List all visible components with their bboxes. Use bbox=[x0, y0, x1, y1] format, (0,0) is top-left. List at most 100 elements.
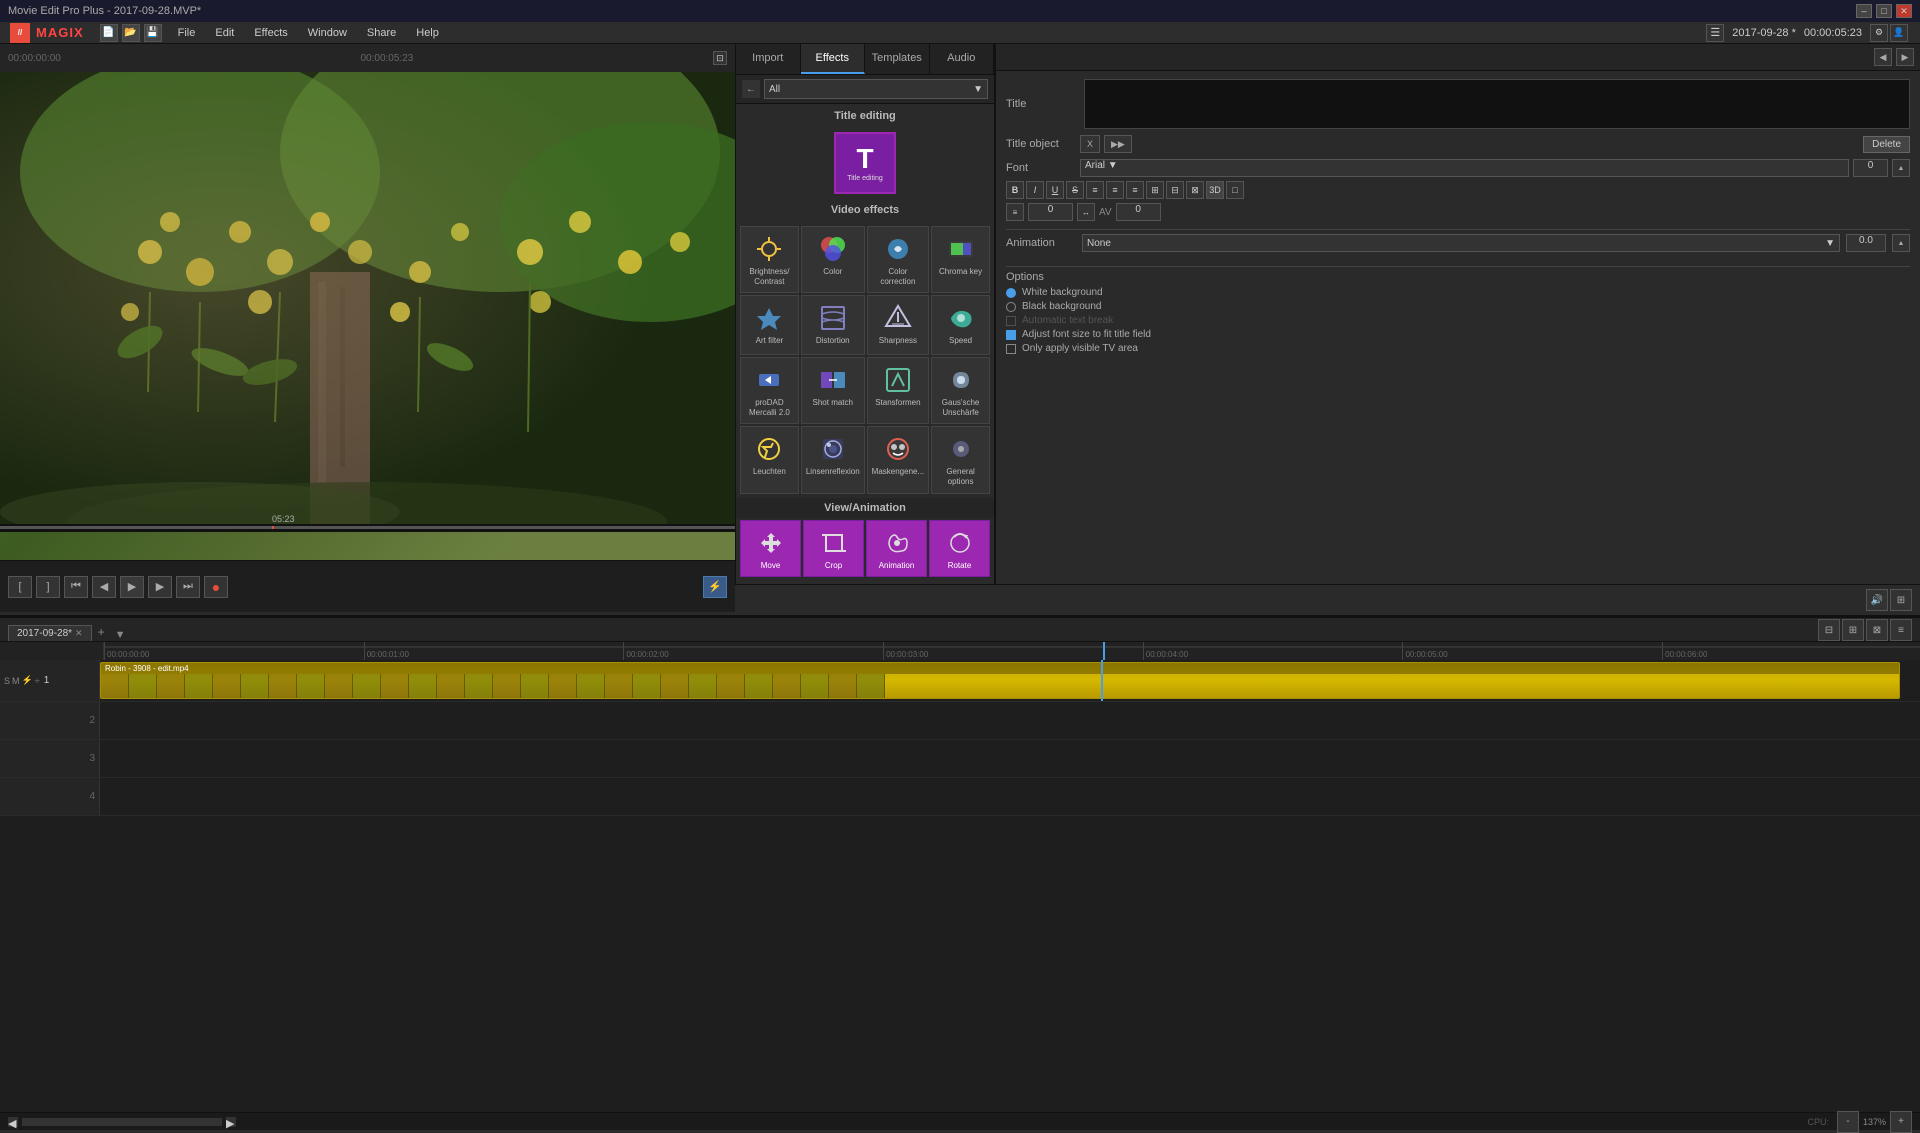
effect-chroma-key[interactable]: Chroma key bbox=[931, 226, 990, 293]
view-move[interactable]: Move bbox=[740, 520, 801, 578]
tl-view-btn2[interactable]: ⊞ bbox=[1842, 619, 1864, 641]
timeline-ruler[interactable]: 00:00:00:00 00:00:01:00 00:00:02:00 00:0… bbox=[104, 642, 1920, 660]
effect-general[interactable]: General options bbox=[931, 426, 990, 493]
checkbox-visible-tv[interactable] bbox=[1006, 344, 1016, 354]
checkbox-auto-break[interactable] bbox=[1006, 316, 1016, 326]
menu-window[interactable]: Window bbox=[298, 24, 357, 42]
minimize-button[interactable]: – bbox=[1856, 4, 1872, 18]
radio-white-bg[interactable] bbox=[1006, 288, 1016, 298]
zoom-in-btn[interactable]: + bbox=[1890, 1111, 1912, 1133]
title-editing-badge[interactable]: T Title editing bbox=[834, 132, 896, 194]
view-rotate[interactable]: Rotate bbox=[929, 520, 990, 578]
effect-color-correction[interactable]: Color correction bbox=[867, 226, 929, 293]
scrubber-bar[interactable] bbox=[0, 526, 735, 529]
account-icon[interactable]: 👤 bbox=[1890, 24, 1908, 42]
menu-effects[interactable]: Effects bbox=[244, 24, 297, 42]
toolbar-open[interactable]: 📂 bbox=[122, 24, 140, 42]
anim-up[interactable]: ▲ bbox=[1892, 234, 1910, 252]
track-content-1[interactable]: Robin - 3908 - edit.mp4 bbox=[100, 660, 1920, 701]
line-spacing-input[interactable]: 0 bbox=[1028, 203, 1073, 221]
effect-brightness[interactable]: Brightness/ Contrast bbox=[740, 226, 799, 293]
close-button[interactable]: ✕ bbox=[1896, 4, 1912, 18]
checkbox-adjust-font[interactable] bbox=[1006, 330, 1016, 340]
effect-gaussian[interactable]: Gaus'sche Unschärfe bbox=[931, 357, 990, 424]
preview-scrubber[interactable] bbox=[0, 524, 735, 532]
effect-lens-reflex[interactable]: Linsenreflexion bbox=[801, 426, 865, 493]
preview-fullscreen[interactable]: ⊡ bbox=[713, 51, 727, 65]
btn-play[interactable]: ▶ bbox=[120, 576, 144, 598]
toolbar-save[interactable]: 💾 bbox=[144, 24, 162, 42]
panel-btn-1[interactable]: ◀ bbox=[1874, 48, 1892, 66]
radio-black-bg[interactable] bbox=[1006, 302, 1016, 312]
font-select[interactable]: Arial ▼ bbox=[1080, 159, 1849, 177]
track-s[interactable]: S bbox=[4, 676, 10, 686]
btn-bracket-end[interactable]: ] bbox=[36, 576, 60, 598]
effect-shot-match[interactable]: Shot match bbox=[801, 357, 865, 424]
fmt-indent-less[interactable]: ⊟ bbox=[1166, 181, 1184, 199]
title-input-field[interactable] bbox=[1084, 79, 1910, 129]
effect-mask[interactable]: Maskengene... bbox=[867, 426, 929, 493]
video-clip-1[interactable]: Robin - 3908 - edit.mp4 bbox=[100, 662, 1900, 699]
btn-record[interactable]: ● bbox=[204, 576, 228, 598]
tl-view-btn1[interactable]: ⊟ bbox=[1818, 619, 1840, 641]
track-divide[interactable]: ÷ bbox=[35, 676, 40, 686]
track-m[interactable]: M bbox=[12, 676, 20, 686]
animation-value-input[interactable]: 0.0 bbox=[1846, 234, 1886, 252]
effect-color[interactable]: Color bbox=[801, 226, 865, 293]
animation-select[interactable]: None ▼ bbox=[1082, 234, 1840, 252]
tab-import[interactable]: Import bbox=[736, 44, 801, 74]
btn-bracket-start[interactable]: [ bbox=[8, 576, 32, 598]
fmt-box[interactable]: □ bbox=[1226, 181, 1244, 199]
fmt-3d[interactable]: 3D bbox=[1206, 181, 1224, 199]
effect-sharpness[interactable]: Sharpness bbox=[867, 295, 929, 355]
effect-speed[interactable]: Speed bbox=[931, 295, 990, 355]
effect-transformers[interactable]: Stansformen bbox=[867, 357, 929, 424]
scroll-left-btn[interactable]: ◀ bbox=[8, 1117, 18, 1127]
effect-distortion[interactable]: Distortion bbox=[801, 295, 865, 355]
track-content-4[interactable] bbox=[100, 778, 1920, 815]
panel-btn-2[interactable]: ▶ bbox=[1896, 48, 1914, 66]
scroll-right-btn[interactable]: ▶ bbox=[226, 1117, 236, 1127]
btn-next-frame[interactable]: ▶ bbox=[148, 576, 172, 598]
effect-art-filter[interactable]: Art filter bbox=[740, 295, 799, 355]
view-animation[interactable]: Animation bbox=[866, 520, 927, 578]
menu-help[interactable]: Help bbox=[406, 24, 449, 42]
add-tab-btn[interactable]: + bbox=[92, 623, 111, 641]
fmt-indent-more[interactable]: ⊠ bbox=[1186, 181, 1204, 199]
fmt-italic[interactable]: I bbox=[1026, 181, 1044, 199]
btn-special[interactable]: ⚡ bbox=[703, 576, 727, 598]
delete-button[interactable]: Delete bbox=[1863, 136, 1910, 153]
tab-dropdown[interactable]: ▼ bbox=[115, 629, 126, 641]
settings-icon[interactable]: ⚙ bbox=[1870, 24, 1888, 42]
fmt-align-center[interactable]: ≡ bbox=[1106, 181, 1124, 199]
zoom-out-btn[interactable]: - bbox=[1837, 1111, 1859, 1133]
tab-audio[interactable]: Audio bbox=[930, 44, 995, 74]
obj-btn-x[interactable]: X bbox=[1080, 135, 1100, 153]
toolbar-new[interactable]: 📄 bbox=[100, 24, 118, 42]
hamburger-menu[interactable]: ☰ bbox=[1706, 24, 1724, 42]
fmt-align-left[interactable]: ≡ bbox=[1086, 181, 1104, 199]
timeline-view-btn[interactable]: ⊞ bbox=[1890, 589, 1912, 611]
fmt-align-justify[interactable]: ⊞ bbox=[1146, 181, 1164, 199]
fmt-bold[interactable]: B bbox=[1006, 181, 1024, 199]
tab-close[interactable]: ✕ bbox=[75, 628, 83, 639]
tab-effects[interactable]: Effects bbox=[801, 44, 866, 74]
font-size-input[interactable]: 0 bbox=[1853, 159, 1888, 177]
menu-share[interactable]: Share bbox=[357, 24, 406, 42]
fmt-strikethrough[interactable]: S bbox=[1066, 181, 1084, 199]
nav-dropdown[interactable]: All ▼ bbox=[764, 79, 988, 99]
menu-edit[interactable]: Edit bbox=[205, 24, 244, 42]
btn-next-mark[interactable]: ⏭ bbox=[176, 576, 200, 598]
char-spacing-input[interactable]: 0 bbox=[1116, 203, 1161, 221]
obj-btn-next[interactable]: ▶▶ bbox=[1104, 135, 1132, 153]
track-lightning[interactable]: ⚡ bbox=[22, 675, 33, 686]
fmt-underline[interactable]: U bbox=[1046, 181, 1064, 199]
effect-lighting[interactable]: Leuchten bbox=[740, 426, 799, 493]
tl-view-btn3[interactable]: ⊠ bbox=[1866, 619, 1888, 641]
h-scrollbar[interactable] bbox=[22, 1118, 222, 1126]
maximize-button[interactable]: □ bbox=[1876, 4, 1892, 18]
menu-file[interactable]: File bbox=[168, 24, 206, 42]
tl-view-btn4[interactable]: ≡ bbox=[1890, 619, 1912, 641]
fmt-align-right[interactable]: ≡ bbox=[1126, 181, 1144, 199]
btn-prev-mark[interactable]: ⏮ bbox=[64, 576, 88, 598]
